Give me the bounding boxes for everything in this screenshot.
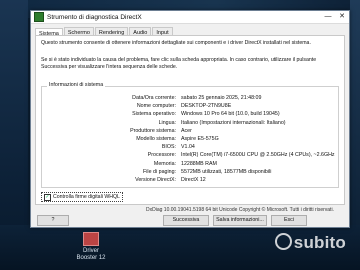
dxdiag-window: Strumento di diagnostica DirectX — ✕ Sis… — [30, 10, 350, 228]
version-copyright-text: DxDiag 10.00.19041.5198 64 bit Unicode C… — [146, 207, 334, 213]
save-info-button[interactable]: Salva informazioni... — [213, 215, 267, 226]
system-info-row: Modello sistema: Aspire E5-575G — [42, 136, 338, 143]
system-info-label: File di paging: — [143, 168, 176, 175]
system-info-value: DirectX 12 — [181, 177, 206, 183]
system-info-value: Acer — [181, 127, 192, 134]
system-tab-panel: Questo strumento consente di ottenere in… — [35, 35, 345, 205]
system-info-value: V1.04 — [181, 144, 195, 151]
system-info-value: Windows 10 Pro 64 bit (10.0, build 19045… — [181, 111, 280, 118]
system-info-label: Versione DirectX: — [135, 177, 176, 183]
intro-text-2: Se si è stato individuato la causa del p… — [41, 57, 317, 70]
button-row: ? Successiva Salva informazioni... Esci — [35, 215, 345, 226]
system-info-row: Data/Ora corrente: sabato 25 gennaio 2025… — [42, 95, 338, 102]
system-info-value: 5572MB utilizzati, 18577MB disponibili — [181, 168, 272, 175]
whql-checkbox-row[interactable]: ✓ Controlla firme digitali WHQL — [41, 192, 123, 202]
system-info-row: Nome computer: DESKTOP-2TN9U8E — [42, 103, 338, 110]
system-info-row: Processore: Intel(R) Core(TM) i7-6500U CP… — [42, 152, 338, 159]
system-info-label: Sistema operativo: — [132, 111, 176, 118]
next-button[interactable]: Successiva — [163, 215, 209, 226]
intro-text-1: Questo strumento consente di ottenere in… — [41, 40, 311, 46]
help-button[interactable]: ? — [37, 215, 69, 226]
system-info-row: Produttore sistema: Acer — [42, 128, 338, 135]
dxdiag-app-icon — [34, 12, 44, 22]
driver-booster-icon — [83, 232, 99, 246]
minimize-button[interactable]: — — [321, 11, 335, 23]
system-info-label: Nome computer: — [136, 103, 176, 110]
system-info-value: 12288MB RAM — [181, 160, 217, 167]
whql-checkbox[interactable]: ✓ — [44, 193, 51, 201]
system-info-value: Aspire E5-575G — [181, 136, 219, 142]
whql-checkbox-label: Controlla firme digitali WHQL — [53, 194, 120, 200]
system-info-row: File di paging: 5572MB utilizzati, 18577M… — [42, 169, 338, 176]
system-info-label: Memoria: — [153, 160, 176, 167]
desktop-icon-driver-booster[interactable]: Driver Booster 12 — [72, 232, 110, 262]
title-bar[interactable]: Strumento di diagnostica DirectX — ✕ — [31, 11, 349, 24]
system-info-value: sabato 25 gennaio 2025, 21:48:09 — [181, 95, 262, 101]
system-info-row: BIOS: V1.04 — [42, 144, 338, 151]
exit-button[interactable]: Esci — [271, 215, 307, 226]
system-info-label: Processore: — [147, 152, 176, 159]
system-info-title: Informazioni di sistema — [47, 82, 106, 88]
system-info-value: Italiano (Impostazioni internazionali: I… — [181, 119, 286, 126]
system-info-group: Informazioni di sistema Data/Ora corrent… — [41, 82, 339, 188]
system-info-label: BIOS: — [161, 144, 176, 151]
system-info-label: Data/Ora corrente: — [132, 95, 176, 101]
system-info-row: Versione DirectX: DirectX 12 — [42, 177, 338, 184]
window-title: Strumento di diagnostica DirectX — [47, 13, 142, 21]
watermark-logo-icon — [274, 233, 292, 250]
system-info-row: Lingua: Italiano (Impostazioni internazio… — [42, 120, 338, 127]
system-info-value: Intel(R) Core(TM) i7-6500U CPU @ 2.50GHz… — [181, 152, 335, 159]
system-info-row: Sistema operativo: Windows 10 Pro 64 bit … — [42, 111, 338, 118]
desktop-icon-label-line1: Driver — [83, 248, 99, 254]
desktop-icon-label-line2: Booster 12 — [76, 255, 106, 261]
system-info-label: Lingua: — [158, 119, 176, 126]
system-info-label: Modello sistema: — [136, 136, 176, 142]
close-button[interactable]: ✕ — [335, 11, 349, 23]
watermark-text: subito — [293, 233, 346, 252]
system-info-value: DESKTOP-2TN9U8E — [181, 103, 232, 110]
watermark: subito — [274, 233, 346, 253]
system-info-label: Produttore sistema: — [130, 127, 176, 134]
system-info-row: Memoria: 12288MB RAM — [42, 161, 338, 168]
